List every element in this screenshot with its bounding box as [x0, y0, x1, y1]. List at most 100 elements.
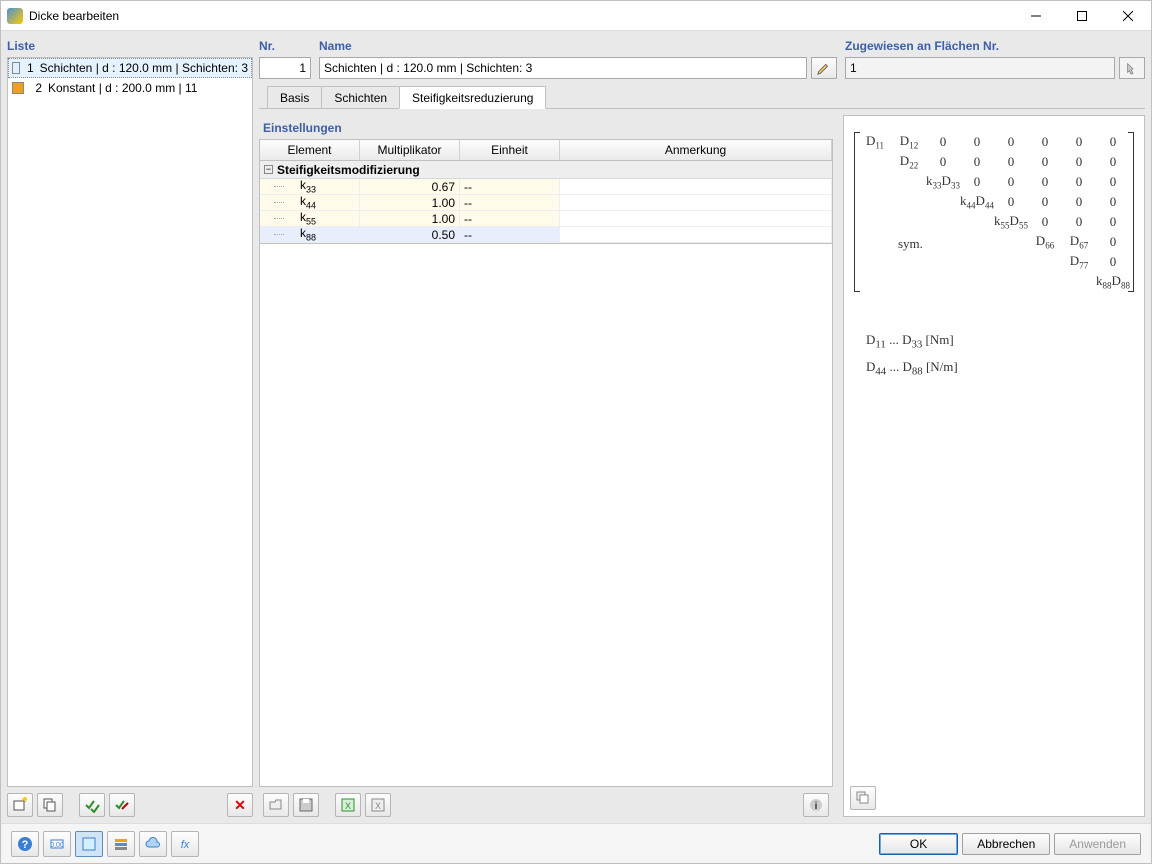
cell-anmerkung[interactable] — [560, 227, 832, 242]
color-swatch-icon — [12, 62, 20, 74]
svg-text:fx: fx — [181, 839, 190, 851]
units-button[interactable]: 0,00 — [43, 831, 71, 857]
thickness-list[interactable]: 1 Schichten | d : 120.0 mm | Schichten: … — [7, 57, 253, 787]
svg-text:X: X — [345, 801, 351, 811]
function-button[interactable]: fx — [171, 831, 199, 857]
matrix-cell: D67 — [1062, 233, 1096, 251]
legend-line-1: D11 ... D33 [Nm] — [866, 332, 1136, 351]
list-item[interactable]: 1 Schichten | d : 120.0 mm | Schichten: … — [8, 58, 252, 78]
matrix-cell: 0 — [926, 134, 960, 150]
cell-element: k33 — [260, 179, 360, 194]
matrix-row: k88D88 — [858, 272, 1130, 292]
matrix-copy-button[interactable] — [850, 786, 876, 810]
svg-text:X: X — [375, 801, 381, 811]
assigned-label: Zugewiesen an Flächen Nr. — [845, 37, 1145, 57]
delete-item-button[interactable]: ✕ — [227, 793, 253, 817]
tab-steifigkeitsreduzierung[interactable]: Steifigkeitsreduzierung — [399, 86, 546, 109]
group-row[interactable]: − Steifigkeitsmodifizierung — [260, 161, 832, 179]
matrix-row: k44D440000 — [858, 192, 1130, 212]
matrix-cell: D22 — [892, 153, 926, 171]
help-button[interactable]: ? — [11, 831, 39, 857]
cell-anmerkung[interactable] — [560, 211, 832, 226]
open-file-button[interactable] — [263, 793, 289, 817]
collapse-icon[interactable]: − — [264, 165, 273, 174]
tab-basis[interactable]: Basis — [267, 86, 322, 108]
table-row[interactable]: k55 1.00 -- — [260, 211, 832, 227]
nr-label: Nr. — [259, 37, 311, 57]
matrix-cell: 0 — [1028, 194, 1062, 210]
layers-view-button[interactable] — [107, 831, 135, 857]
list-item-label: Schichten | d : 120.0 mm | Schichten: 3 — [40, 61, 248, 75]
matrix-cell: 0 — [960, 134, 994, 150]
view-mode-button[interactable] — [75, 831, 103, 857]
edit-name-button[interactable] — [811, 57, 837, 79]
table-row[interactable]: k33 0.67 -- — [260, 179, 832, 195]
export-excel-button[interactable]: X — [335, 793, 361, 817]
new-item-button[interactable] — [7, 793, 33, 817]
matrix-cell: 0 — [1062, 214, 1096, 230]
list-item-number: 1 — [26, 61, 33, 75]
matrix-cell: 0 — [994, 194, 1028, 210]
table-row[interactable]: k44 1.00 -- — [260, 195, 832, 211]
cell-anmerkung[interactable] — [560, 179, 832, 194]
svg-text:?: ? — [22, 839, 29, 851]
list-item-number: 2 — [30, 81, 42, 95]
cell-multiplikator[interactable]: 1.00 — [360, 211, 460, 226]
matrix-row: k55D55000 — [858, 212, 1130, 232]
matrix-cell: k88D88 — [1096, 273, 1130, 291]
matrix-cell: 0 — [1062, 154, 1096, 170]
cell-element: k55 — [260, 211, 360, 226]
matrix-cell: 0 — [1096, 194, 1130, 210]
matrix-cell: D11 — [858, 133, 892, 151]
col-multiplikator: Multiplikator — [360, 140, 460, 160]
apply-button[interactable]: Anwenden — [1054, 833, 1141, 855]
cell-anmerkung[interactable] — [560, 195, 832, 210]
close-button[interactable] — [1105, 1, 1151, 31]
name-input[interactable]: Schichten | d : 120.0 mm | Schichten: 3 — [319, 57, 807, 79]
color-swatch-icon — [12, 82, 24, 94]
save-file-button[interactable] — [293, 793, 319, 817]
cell-element: k44 — [260, 195, 360, 210]
cell-multiplikator[interactable]: 0.50 — [360, 227, 460, 242]
cell-einheit: -- — [460, 195, 560, 210]
svg-text:i: i — [815, 801, 818, 812]
cell-multiplikator[interactable]: 0.67 — [360, 179, 460, 194]
settings-grid: Element Multiplikator Einheit Anmerkung … — [259, 139, 833, 244]
info-button[interactable]: i — [803, 793, 829, 817]
minimize-button[interactable] — [1013, 1, 1059, 31]
list-item-label: Konstant | d : 200.0 mm | 11 — [48, 81, 197, 95]
matrix-cell: 0 — [1096, 254, 1130, 270]
matrix-cell: D12 — [892, 133, 926, 151]
pick-surfaces-button[interactable] — [1119, 57, 1145, 79]
cell-einheit: -- — [460, 179, 560, 194]
list-item[interactable]: 2 Konstant | d : 200.0 mm | 11 — [8, 78, 252, 98]
tab-bar: BasisSchichtenSteifigkeitsreduzierung — [259, 85, 1145, 109]
copy-item-button[interactable] — [37, 793, 63, 817]
col-einheit: Einheit — [460, 140, 560, 160]
matrix-cell: 0 — [994, 134, 1028, 150]
matrix-cell: k44D44 — [960, 193, 994, 211]
matrix-sym-label: sym. — [898, 236, 923, 252]
import-excel-button[interactable]: X — [365, 793, 391, 817]
nr-input[interactable]: 1 — [259, 57, 311, 79]
cancel-button[interactable]: Abbrechen — [962, 833, 1050, 855]
ok-button[interactable]: OK — [879, 833, 958, 855]
check-all-button[interactable] — [79, 793, 105, 817]
name-label: Name — [319, 37, 837, 57]
cloud-button[interactable] — [139, 831, 167, 857]
maximize-button[interactable] — [1059, 1, 1105, 31]
uncheck-all-button[interactable] — [109, 793, 135, 817]
footer: ? 0,00 fx OK Abbrechen Anwenden — [1, 823, 1151, 863]
cell-multiplikator[interactable]: 1.00 — [360, 195, 460, 210]
matrix-row: D22000000 — [858, 152, 1130, 172]
matrix-cell: 0 — [1096, 234, 1130, 250]
matrix-cell: 0 — [1028, 214, 1062, 230]
col-anmerkung: Anmerkung — [560, 140, 832, 160]
matrix-cell: D77 — [1062, 253, 1096, 271]
tab-schichten[interactable]: Schichten — [321, 86, 400, 108]
group-label: Steifigkeitsmodifizierung — [277, 163, 420, 177]
list-header: Liste — [7, 37, 253, 57]
matrix-cell: 0 — [1028, 174, 1062, 190]
assigned-input[interactable]: 1 — [845, 57, 1115, 79]
table-row[interactable]: k88 0.50 -- — [260, 227, 832, 243]
